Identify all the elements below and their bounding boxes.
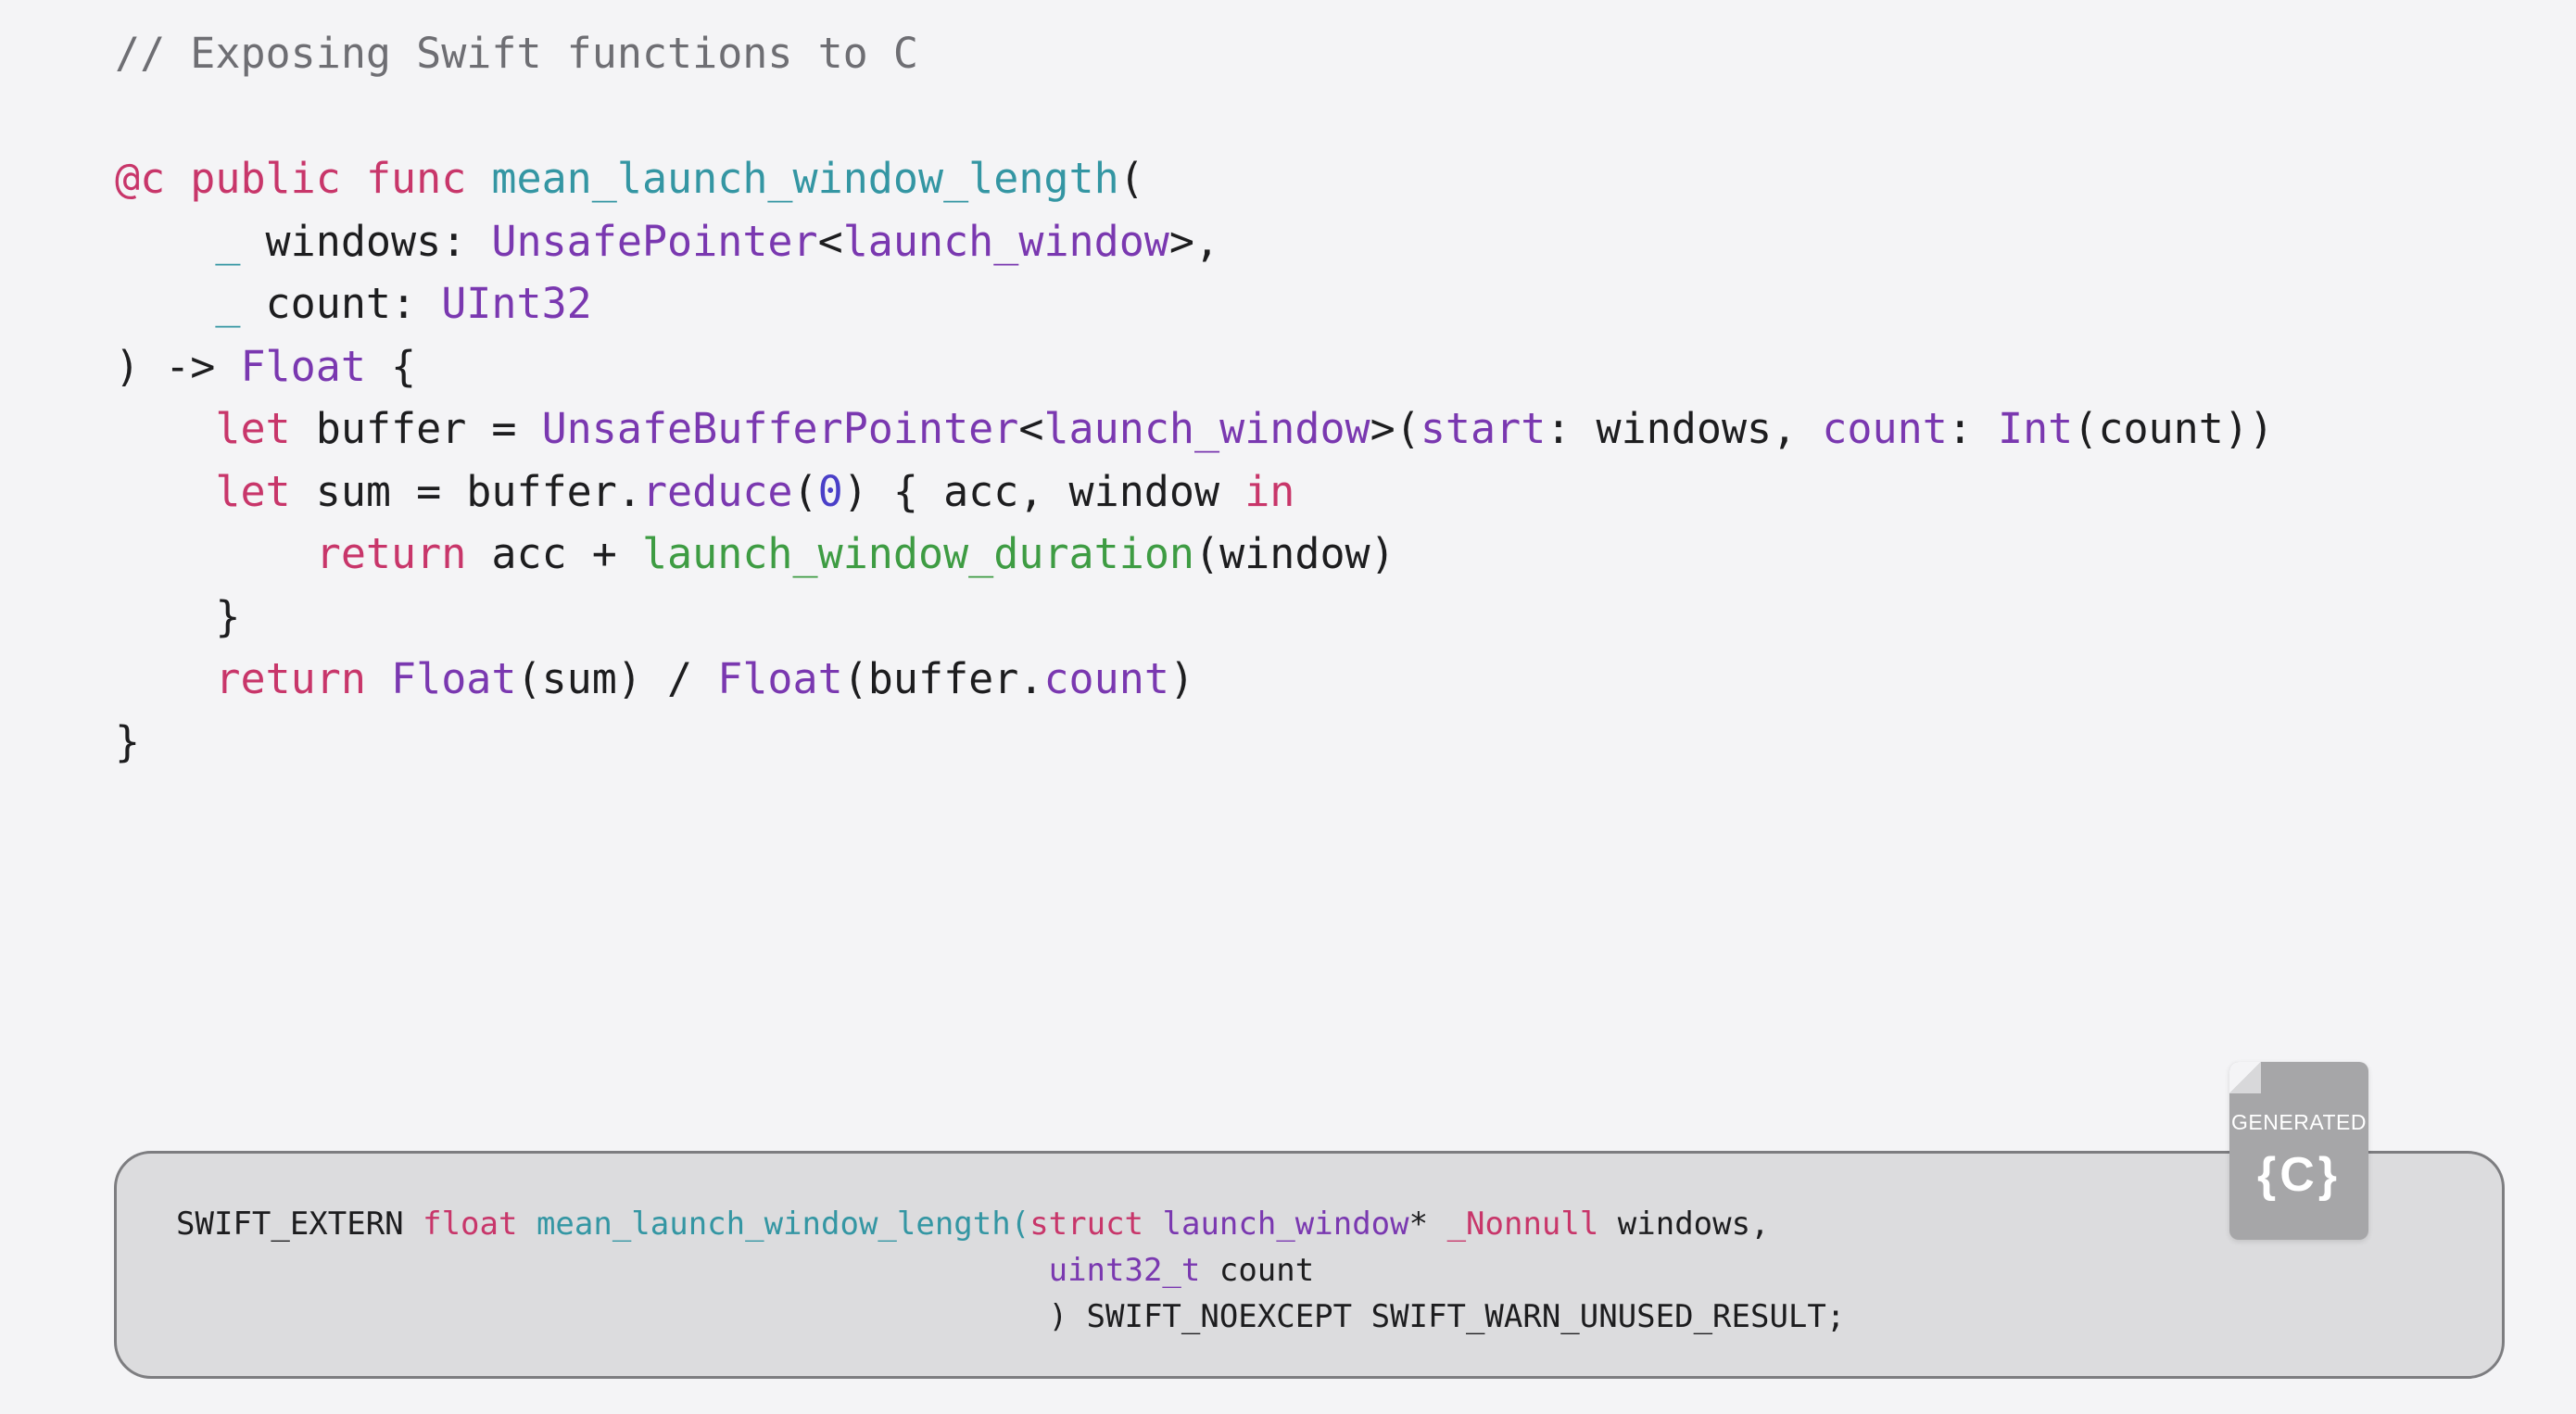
let-sum-line: let sum = buffer.reduce(0) { acc, window… — [115, 461, 2274, 524]
return-type-line: ) -> Float { — [115, 335, 2274, 398]
function-name: mean_launch_window_length — [491, 154, 1119, 203]
pointer-star: * — [1408, 1206, 1447, 1243]
qualifier-nonnull: _Nonnull — [1446, 1206, 1599, 1243]
keyword-return: return — [315, 529, 467, 578]
sum-assign: sum = buffer. — [290, 466, 642, 516]
closure-close-line: } — [115, 586, 2274, 649]
keyword-struct: struct — [1029, 1206, 1144, 1243]
swift-code-block: // Exposing Swift functions to C @c publ… — [115, 22, 2274, 773]
type-uint32-t: uint32_t — [1048, 1252, 1201, 1289]
generated-label: GENERATED — [2231, 1110, 2367, 1134]
buffer-access: (buffer. — [842, 654, 1044, 703]
call-tail: (window) — [1194, 529, 1395, 578]
int-call-tail: (count)) — [2073, 404, 2275, 453]
generic-open: < — [817, 216, 843, 266]
param-windows: windows, — [1598, 1206, 1770, 1243]
code-comment: // Exposing Swift functions to C — [115, 29, 918, 78]
arg-label-count: count — [1822, 404, 1948, 453]
type-float: Float — [717, 654, 843, 703]
type-launch-window: launch_window — [1043, 404, 1370, 453]
keyword-return: return — [215, 654, 366, 703]
closure-params: ) { acc, window — [842, 466, 1245, 516]
closure-return-line: return acc + launch_window_duration(wind… — [115, 523, 2274, 586]
open-paren: ( — [1118, 154, 1144, 203]
c-braces-glyph: {C} — [2256, 1148, 2342, 1202]
generic-close-paren: >( — [1370, 404, 1421, 453]
c-decl-line-3: ) SWIFT_NOEXCEPT SWIFT_WARN_UNUSED_RESUL… — [176, 1294, 1846, 1340]
type-unsafe-pointer: UnsafePointer — [491, 216, 818, 266]
buffer-assign: buffer = — [290, 404, 542, 453]
type-uint32: UInt32 — [441, 279, 592, 328]
generic-close: >, — [1168, 216, 1220, 266]
sum-divide: (sum) / — [516, 654, 718, 703]
open-brace: { — [365, 341, 417, 391]
type-float: Float — [240, 341, 366, 391]
param-count-name: count: — [240, 279, 442, 328]
type-launch-window: launch_window — [842, 216, 1169, 266]
param-windows-name: windows: — [240, 216, 492, 266]
arg-start-value: : windows, — [1546, 404, 1823, 453]
param-underscore: _ — [215, 279, 241, 328]
keyword-func: func — [365, 154, 467, 203]
final-return-line: return Float(sum) / Float(buffer.count) — [115, 648, 2274, 711]
param-windows-line: _ windows: UnsafePointer<launch_window>, — [115, 210, 2274, 273]
page-fold-flap — [2229, 1062, 2261, 1093]
keyword-in: in — [1244, 466, 1295, 516]
generated-c-code: SWIFT_EXTERN float mean_launch_window_le… — [176, 1201, 1845, 1340]
c-decl-line-2: uint32_t count — [176, 1247, 1845, 1294]
param-count-line: _ count: UInt32 — [115, 272, 2274, 335]
type-int: Int — [1997, 404, 2074, 453]
attribute-token: @c — [115, 154, 166, 203]
let-buffer-line: let buffer = UnsafeBufferPointer<launch_… — [115, 398, 2274, 461]
close-paren: ) — [1168, 654, 1195, 703]
generated-c-file-icon: GENERATED {C} — [2229, 1062, 2368, 1240]
function-launch-window-duration: launch_window_duration — [641, 529, 1194, 578]
type-launch-window: launch_window — [1162, 1206, 1409, 1243]
method-reduce: reduce — [641, 466, 793, 516]
open-paren: ( — [1010, 1206, 1030, 1243]
macro-swift-extern: SWIFT_EXTERN — [176, 1206, 423, 1243]
return-arrow: ) -> — [115, 341, 241, 391]
closure-close-brace: } — [115, 591, 241, 641]
close-brace-line: } — [115, 711, 2274, 774]
generic-open: < — [1018, 404, 1044, 453]
c-decl-line-1: SWIFT_EXTERN float mean_launch_window_le… — [176, 1201, 1845, 1247]
type-unsafe-buffer-pointer: UnsafeBufferPointer — [541, 404, 1019, 453]
c-decl-attributes: ) SWIFT_NOEXCEPT SWIFT_WARN_UNUSED_RESUL… — [1048, 1298, 1846, 1335]
keyword-float: float — [423, 1206, 518, 1243]
arg-label-start: start — [1420, 404, 1547, 453]
param-count: count — [1200, 1252, 1315, 1289]
open-paren: ( — [792, 466, 818, 516]
code-comment-line: // Exposing Swift functions to C — [115, 22, 2274, 85]
acc-plus: acc + — [466, 529, 642, 578]
property-count: count — [1043, 654, 1169, 703]
function-close-brace: } — [115, 716, 141, 766]
number-zero: 0 — [817, 466, 843, 516]
type-float: Float — [391, 654, 517, 703]
keyword-public: public — [190, 154, 341, 203]
keyword-let: let — [215, 404, 291, 453]
colon: : — [1947, 404, 1998, 453]
param-underscore: _ — [215, 216, 241, 266]
keyword-let: let — [215, 466, 291, 516]
func-declaration-line: @c public func mean_launch_window_length… — [115, 147, 2274, 210]
c-function-name: mean_launch_window_length — [536, 1206, 1011, 1243]
